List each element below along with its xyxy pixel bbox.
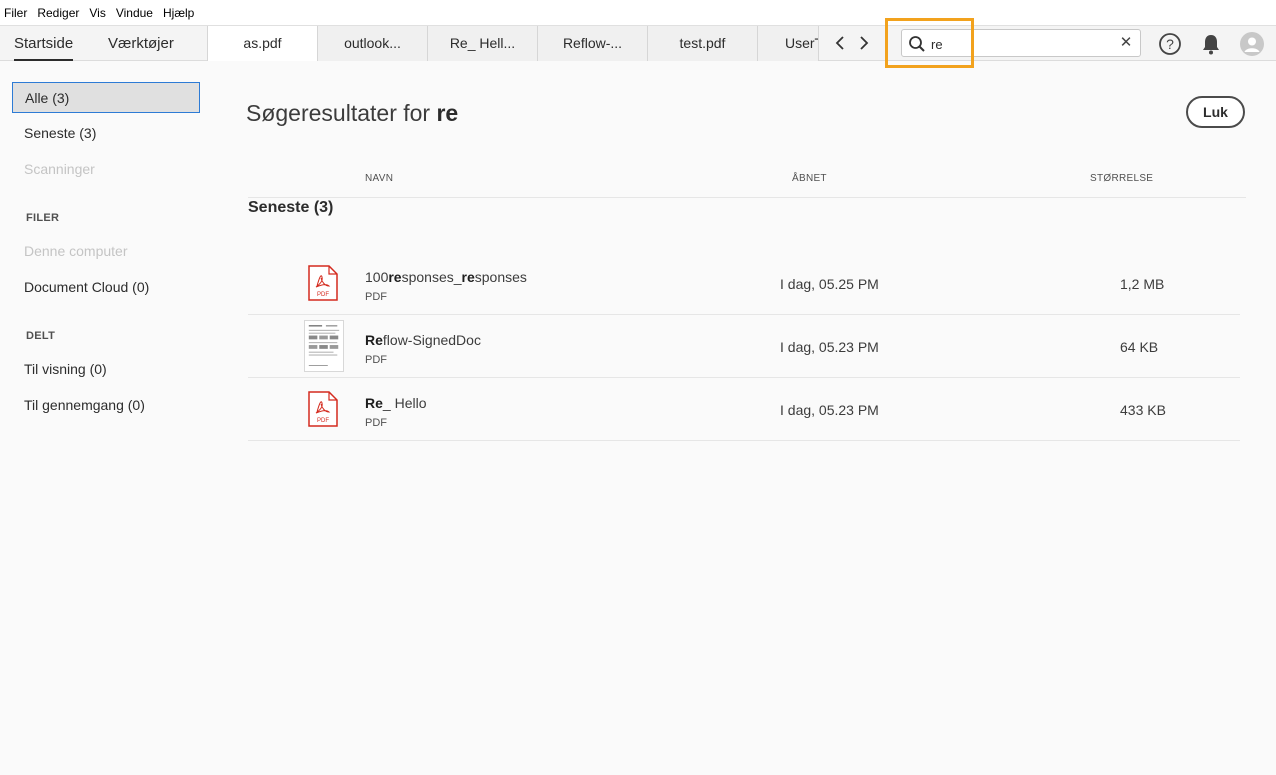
tab-vaerktojer[interactable]: Værktøjer: [108, 26, 174, 61]
sidebar: Alle (3) Seneste (3) Scanninger FILER De…: [0, 62, 218, 775]
file-opened: I dag, 05.23 PM: [780, 402, 879, 418]
table-row[interactable]: PDF 100responses_responses PDF I dag, 05…: [248, 252, 1240, 315]
file-size: 64 KB: [1120, 339, 1159, 355]
svg-text:PDF: PDF: [317, 418, 329, 424]
menu-vindue[interactable]: Vindue: [116, 6, 153, 20]
doc-tab[interactable]: UserT: [757, 26, 819, 61]
avatar-icon[interactable]: [1240, 32, 1264, 56]
menu-hjaelp[interactable]: Hjælp: [163, 6, 194, 20]
sidebar-item-til-gennemgang[interactable]: Til gennemgang (0): [12, 390, 200, 421]
table-row[interactable]: PDF Re_ Hello PDF I dag, 05.23 PM 433 KB: [248, 378, 1240, 441]
file-opened: I dag, 05.25 PM: [780, 276, 879, 292]
chevron-left-icon[interactable]: [832, 34, 848, 52]
title-query: re: [436, 100, 459, 126]
close-button[interactable]: Luk: [1186, 96, 1245, 128]
menu-bar: Filer Rediger Vis Vindue Hjælp: [0, 0, 1276, 25]
file-opened: I dag, 05.23 PM: [780, 339, 879, 355]
menu-rediger[interactable]: Rediger: [37, 6, 79, 20]
file-type: PDF: [365, 417, 387, 429]
file-type: PDF: [365, 291, 387, 303]
sidebar-item-alle[interactable]: Alle (3): [12, 82, 200, 113]
sidebar-item-denne-computer: Denne computer: [24, 243, 128, 259]
title-prefix: Søgeresultater for: [246, 100, 431, 126]
chevron-right-icon[interactable]: [856, 34, 872, 52]
help-icon[interactable]: ?: [1158, 32, 1182, 56]
search-icon: [909, 36, 925, 52]
search-field[interactable]: ✕: [901, 29, 1141, 57]
clear-icon[interactable]: ✕: [1118, 34, 1134, 52]
sidebar-item-til-visning[interactable]: Til visning (0): [12, 354, 200, 385]
menu-vis[interactable]: Vis: [89, 6, 105, 20]
main-content: Søgeresultater for re Luk NAVN ÅBNET STØ…: [218, 62, 1276, 775]
pdf-file-icon: PDF: [308, 265, 338, 301]
group-title: Seneste (3): [248, 199, 334, 216]
bell-icon[interactable]: [1199, 32, 1223, 56]
sidebar-item-document-cloud[interactable]: Document Cloud (0): [12, 272, 200, 303]
doc-tab[interactable]: as.pdf: [207, 26, 317, 61]
tab-startside[interactable]: Startside: [14, 26, 74, 61]
file-name: Re_ Hello: [365, 395, 427, 411]
sidebar-item-scanninger: Scanninger: [24, 161, 95, 177]
doc-tab[interactable]: Re_ Hell...: [427, 26, 537, 61]
header-divider: [248, 197, 1246, 198]
doc-tab[interactable]: outlook...: [317, 26, 427, 61]
file-size: 1,2 MB: [1120, 276, 1165, 292]
doc-tab[interactable]: test.pdf: [647, 26, 757, 61]
page-title: Søgeresultater for re: [246, 100, 458, 127]
file-name: Reflow-SignedDoc: [365, 332, 481, 348]
sidebar-heading-delt: DELT: [26, 330, 56, 342]
column-header-size[interactable]: STØRRELSE: [1090, 173, 1153, 184]
doc-tab[interactable]: Reflow-...: [537, 26, 647, 61]
column-header-opened[interactable]: ÅBNET: [792, 173, 827, 184]
column-header-name[interactable]: NAVN: [365, 173, 393, 184]
svg-text:?: ?: [1166, 36, 1174, 52]
svg-text:PDF: PDF: [317, 292, 329, 298]
file-type: PDF: [365, 354, 387, 366]
sidebar-item-seneste[interactable]: Seneste (3): [12, 118, 200, 149]
menu-filer[interactable]: Filer: [4, 6, 27, 20]
toolbar: Startside Værktøjer as.pdf outlook... Re…: [0, 25, 1276, 61]
search-input[interactable]: [931, 34, 1111, 54]
pdf-file-icon: PDF: [308, 391, 338, 427]
table-row[interactable]: Reflow-SignedDoc PDF I dag, 05.23 PM 64 …: [248, 315, 1240, 378]
file-size: 433 KB: [1120, 402, 1166, 418]
file-name: 100responses_responses: [365, 269, 527, 285]
document-thumbnail: [304, 320, 344, 372]
sidebar-heading-filer: FILER: [26, 212, 60, 224]
